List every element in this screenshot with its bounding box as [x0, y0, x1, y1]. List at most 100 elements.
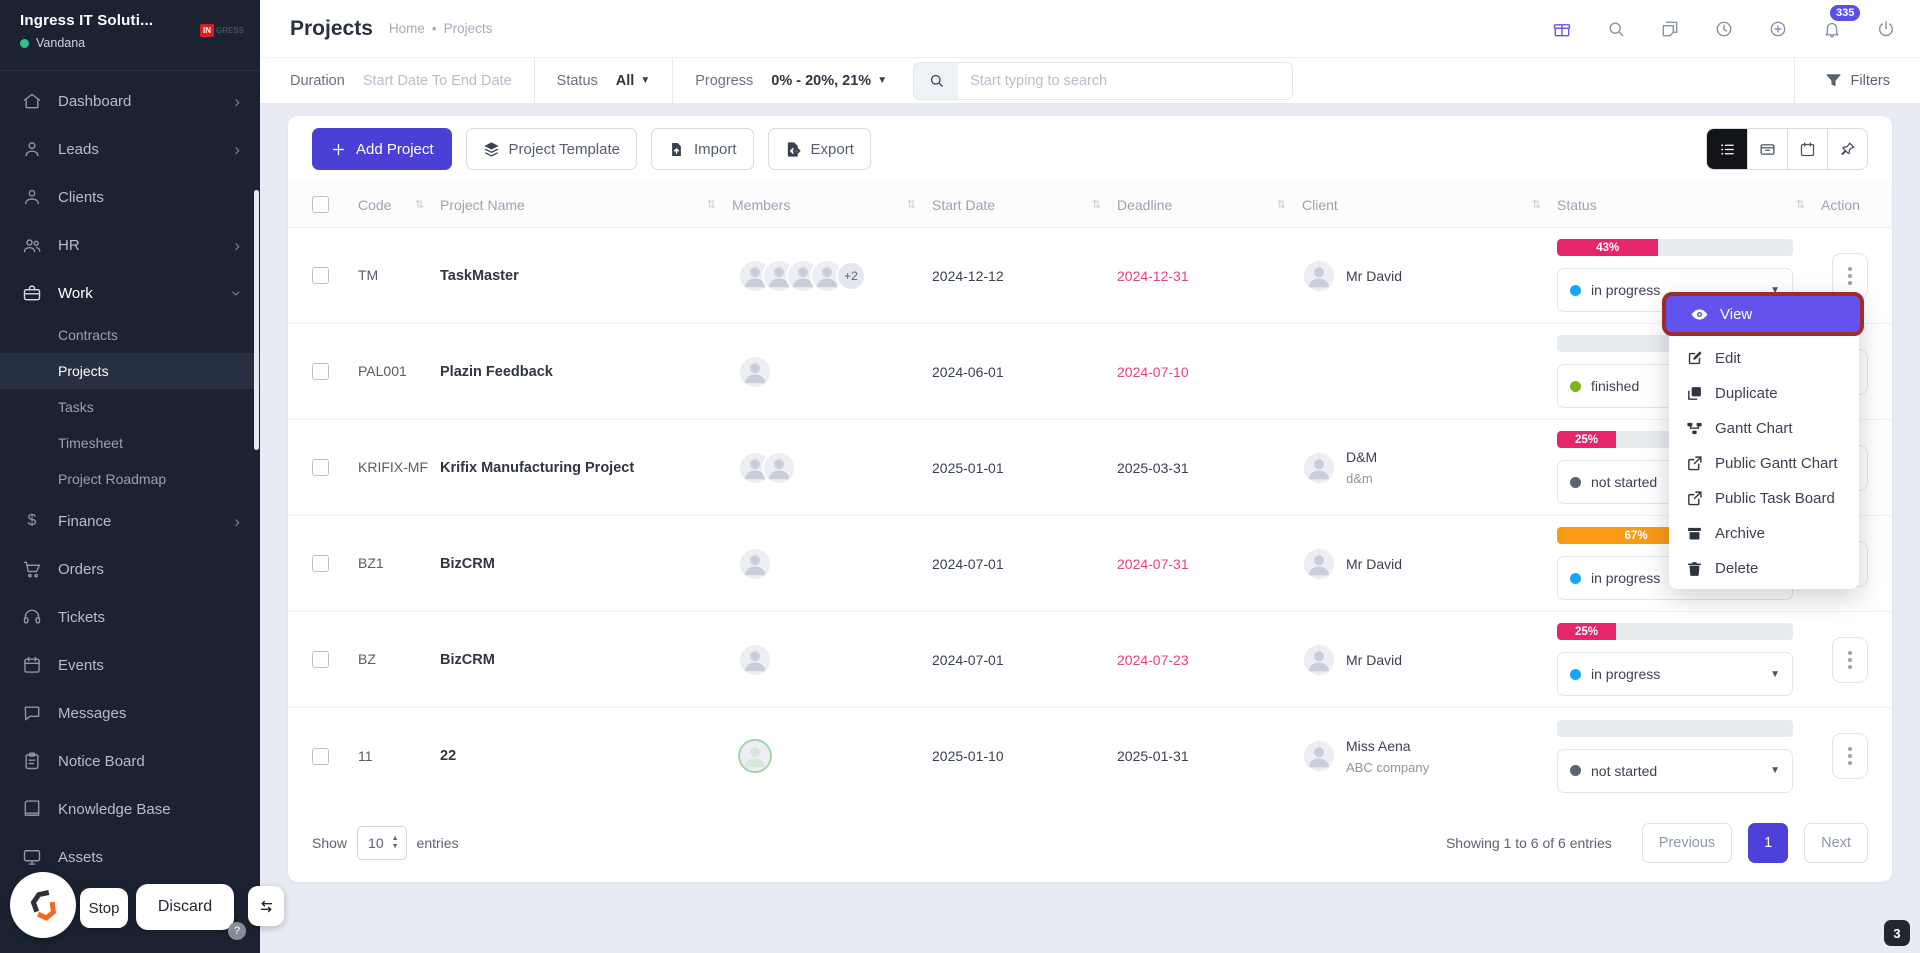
list-view-toggle[interactable]	[1707, 129, 1747, 169]
project-name-link[interactable]: BizCRM	[440, 652, 732, 668]
sort-icon[interactable]: ⇅	[707, 198, 716, 211]
column-header-deadline[interactable]: Deadline ⇅	[1117, 197, 1302, 213]
edit-icon	[1688, 351, 1702, 365]
column-header-project-name[interactable]: Project Name ⇅	[440, 197, 732, 213]
gift-icon[interactable]	[1544, 11, 1580, 47]
sidebar-item-messages[interactable]: Messages	[0, 689, 260, 737]
pin-view-toggle[interactable]	[1827, 129, 1867, 169]
project-name-link[interactable]: TaskMaster	[440, 268, 732, 284]
export-button[interactable]: Export	[767, 128, 871, 170]
project-name-link[interactable]: Plazin Feedback	[440, 364, 732, 380]
calendar-view-toggle[interactable]	[1787, 129, 1827, 169]
column-header-client[interactable]: Client ⇅	[1302, 197, 1557, 213]
row-checkbox[interactable]	[312, 747, 329, 765]
sidebar-subitem-tasks[interactable]: Tasks	[0, 389, 260, 425]
members-avatars[interactable]	[732, 739, 932, 773]
menu-item-public-task-board[interactable]: Public Task Board	[1669, 481, 1859, 516]
search-icon[interactable]	[1598, 11, 1634, 47]
sidebar-item-events[interactable]: Events	[0, 641, 260, 689]
sidebar-item-knowledge-base[interactable]: Knowledge Base	[0, 785, 260, 833]
menu-item-duplicate[interactable]: Duplicate	[1669, 376, 1859, 411]
menu-item-public-gantt-chart[interactable]: Public Gantt Chart	[1669, 446, 1859, 481]
row-checkbox[interactable]	[312, 459, 329, 476]
status-dropdown[interactable]: in progress▼	[1557, 652, 1793, 696]
sidebar-subitem-projects[interactable]: Projects	[0, 353, 260, 389]
search-box	[913, 61, 1294, 100]
column-header-start-date[interactable]: Start Date ⇅	[932, 197, 1117, 213]
brand-logo: IN GRESS	[199, 24, 244, 62]
project-template-button[interactable]: Project Template	[465, 128, 637, 170]
progress-filter-dropdown[interactable]: 0% - 20%, 21% ▼	[771, 73, 887, 89]
members-avatars[interactable]	[732, 546, 932, 581]
row-checkbox[interactable]	[312, 555, 329, 572]
members-avatars[interactable]	[732, 450, 932, 485]
page-number-button[interactable]: 1	[1748, 823, 1789, 863]
row-checkbox[interactable]	[312, 267, 329, 284]
power-icon[interactable]	[1868, 11, 1904, 47]
next-page-button[interactable]: Next	[1804, 823, 1868, 863]
notifications-bell-icon[interactable]: 335	[1814, 4, 1861, 47]
archive-view-toggle[interactable]	[1747, 129, 1787, 169]
column-header-members[interactable]: Members ⇅	[732, 197, 932, 213]
menu-item-delete[interactable]: Delete	[1669, 551, 1859, 586]
sidebar-item-dashboard[interactable]: Dashboard ›	[0, 77, 260, 125]
duration-range-input[interactable]: Start Date To End Date	[363, 73, 512, 89]
status-filter-dropdown[interactable]: All ▼	[616, 73, 650, 89]
project-name-link[interactable]: 22	[440, 748, 732, 764]
filters-button[interactable]: Filters	[1793, 57, 1920, 104]
row-checkbox[interactable]	[312, 651, 329, 668]
sort-icon[interactable]: ⇅	[907, 198, 916, 211]
sidebar-item-leads[interactable]: Leads ›	[0, 125, 260, 173]
members-avatars[interactable]: +2	[732, 258, 932, 293]
menu-item-archive[interactable]: Archive	[1669, 516, 1859, 551]
sidebar-item-finance[interactable]: $ Finance ›	[0, 497, 260, 545]
sidebar-subitem-contracts[interactable]: Contracts	[0, 317, 260, 353]
swap-button[interactable]	[248, 886, 284, 926]
history-icon[interactable]	[1706, 11, 1742, 47]
more-members-badge[interactable]: +2	[836, 260, 866, 291]
sort-icon[interactable]: ⇅	[415, 198, 424, 211]
row-actions-kebab[interactable]	[1832, 733, 1868, 779]
members-avatars[interactable]	[732, 354, 932, 389]
members-avatars[interactable]	[732, 642, 932, 677]
sort-icon[interactable]: ⇅	[1796, 198, 1805, 211]
notes-icon[interactable]	[1652, 11, 1688, 47]
agent-logo[interactable]	[10, 872, 76, 938]
add-project-button[interactable]: Add Project	[312, 128, 452, 170]
sort-icon[interactable]: ⇅	[1092, 198, 1101, 211]
column-header-code[interactable]: Code ⇅	[358, 197, 440, 213]
previous-page-button[interactable]: Previous	[1641, 823, 1733, 863]
select-all-checkbox[interactable]	[312, 196, 329, 213]
menu-item-view-highlighted[interactable]: View	[1662, 292, 1864, 336]
sidebar-item-tickets[interactable]: Tickets	[0, 593, 260, 641]
sidebar-item-hr[interactable]: HR ›	[0, 221, 260, 269]
row-checkbox[interactable]	[312, 363, 329, 380]
menu-item-gantt-chart[interactable]: Gantt Chart	[1669, 411, 1859, 446]
pagination-summary: Showing 1 to 6 of 6 entries	[1445, 835, 1612, 851]
menu-item-edit[interactable]: Edit	[1669, 341, 1859, 376]
search-input[interactable]	[958, 62, 1293, 99]
sidebar-scrollbar[interactable]	[254, 190, 259, 450]
help-icon[interactable]: ?	[228, 922, 246, 940]
status-dropdown[interactable]: not started▼	[1557, 748, 1793, 793]
sidebar-subitem-timesheet[interactable]: Timesheet	[0, 425, 260, 461]
page-size-select[interactable]: 10 ▲ ▼	[357, 826, 407, 860]
sidebar-item-notice-board[interactable]: Notice Board	[0, 737, 260, 785]
project-name-link[interactable]: BizCRM	[440, 556, 732, 572]
discard-button[interactable]: Discard	[136, 884, 234, 930]
breadcrumb-home[interactable]: Home	[389, 21, 425, 36]
sidebar-item-orders[interactable]: Orders	[0, 545, 260, 593]
project-name-link[interactable]: Krifix Manufacturing Project	[440, 460, 732, 476]
sidebar-item-work[interactable]: Work ›	[0, 269, 260, 317]
row-actions-kebab[interactable]	[1832, 636, 1868, 683]
add-icon[interactable]	[1760, 11, 1796, 47]
sort-icon[interactable]: ⇅	[1532, 198, 1541, 211]
sidebar-item-clients[interactable]: Clients	[0, 173, 260, 221]
sort-icon[interactable]: ⇅	[1277, 198, 1286, 211]
topbar: Projects Home • Projects 335	[260, 0, 1920, 57]
table-footer: Show 10 ▲ ▼ entries Showing 1 to 6 of 6 e…	[288, 804, 1892, 882]
stop-button[interactable]: Stop	[80, 888, 128, 928]
sidebar-subitem-project-roadmap[interactable]: Project Roadmap	[0, 461, 260, 497]
import-button[interactable]: Import	[651, 128, 754, 170]
column-header-status[interactable]: Status ⇅	[1557, 197, 1821, 213]
